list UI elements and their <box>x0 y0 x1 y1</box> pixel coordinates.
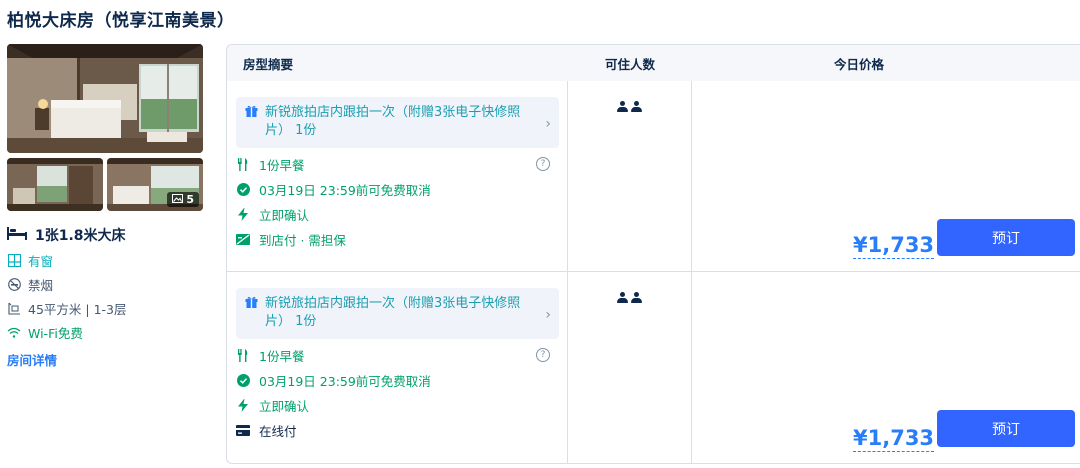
price-amount[interactable]: ¥1,733 <box>853 426 935 452</box>
cancellation-policy: 03月19日 23:59前可免费取消 <box>236 371 559 389</box>
window-icon <box>7 253 21 267</box>
bed-type: 1张1.8米大床 <box>35 228 126 244</box>
gift-icon <box>245 105 258 123</box>
two-guests-icon <box>617 101 642 271</box>
two-guests-icon <box>617 292 642 463</box>
lightning-icon <box>236 207 250 221</box>
price-cell: ¥1,733 预订 <box>692 81 1080 271</box>
feature-area: 45平方米 | 1-3层 <box>7 299 203 317</box>
payment-policy: 到店付 · 需担保 <box>236 230 559 248</box>
gift-package-button[interactable]: 新锐旅拍店内跟拍一次（附赠3张电子快修照 片） 1份 › <box>236 288 559 339</box>
chevron-right-icon: › <box>545 116 551 132</box>
cancellation-policy: 03月19日 23:59前可免费取消 <box>236 180 559 198</box>
occupancy-cell <box>568 272 692 463</box>
gift-package-button[interactable]: 新锐旅拍店内跟拍一次（附赠3张电子快修照 片） 1份 › <box>236 97 559 148</box>
header-occupancy: 可住人数 <box>604 56 655 72</box>
chevron-right-icon: › <box>545 307 551 323</box>
book-button[interactable]: 预订 <box>937 219 1075 256</box>
area-icon <box>7 301 21 315</box>
rate-plan-table: 房型摘要 可住人数 今日价格 新锐旅拍店内跟拍一次（附赠3张电子快修照 片） 1… <box>226 44 1080 464</box>
pay-at-hotel-icon <box>236 232 250 246</box>
bed-info: 1张1.8米大床 <box>7 225 203 245</box>
breakfast-policy: 1份早餐 ? <box>236 155 559 173</box>
room-thumbnail-1[interactable] <box>7 158 103 211</box>
instant-confirm: 立即确认 <box>236 396 559 414</box>
price-amount[interactable]: ¥1,733 <box>853 233 935 259</box>
room-details-link[interactable]: 房间详情 <box>7 350 57 369</box>
no-smoking-icon <box>7 277 21 291</box>
room-main-photo[interactable] <box>7 44 203 153</box>
feature-window: 有窗 <box>7 251 203 269</box>
person-icon <box>617 101 628 113</box>
lightning-icon <box>236 398 250 412</box>
header-summary: 房型摘要 <box>243 56 294 72</box>
gift-text-line1: 新锐旅拍店内跟拍一次（附赠3张电子快修照 <box>265 105 521 120</box>
rate-summary-cell: 新锐旅拍店内跟拍一次（附赠3张电子快修照 片） 1份 › 1份早餐 ? 03月1… <box>227 81 568 271</box>
bed-icon <box>7 226 27 244</box>
fork-knife-icon <box>236 348 250 362</box>
price-cell: ¥1,733 预订 <box>692 272 1080 463</box>
table-header: 房型摘要 可住人数 今日价格 <box>227 45 1080 81</box>
help-icon[interactable]: ? <box>536 348 550 362</box>
fork-knife-icon <box>236 157 250 171</box>
gift-icon <box>245 296 258 314</box>
person-icon <box>631 292 642 304</box>
gift-text-line2: 片） 1份 <box>265 314 317 329</box>
payment-policy: 在线付 <box>236 421 559 439</box>
breakfast-policy: 1份早餐 ? <box>236 346 559 364</box>
rate-plan-row: 新锐旅拍店内跟拍一次（附赠3张电子快修照 片） 1份 › 1份早餐 ? 03月1… <box>227 272 1080 463</box>
person-icon <box>617 292 628 304</box>
feature-no-smoking: 禁烟 <box>7 275 203 293</box>
feature-wifi: Wi-Fi免费 <box>7 323 203 341</box>
book-button[interactable]: 预订 <box>937 410 1075 447</box>
gift-text-line2: 片） 1份 <box>265 123 317 138</box>
room-title: 柏悦大床房（悦享江南美景） <box>7 11 235 31</box>
check-circle-icon <box>236 182 250 196</box>
room-thumbnail-2[interactable]: 5 <box>107 158 203 211</box>
check-circle-icon <box>236 373 250 387</box>
rate-summary-cell: 新锐旅拍店内跟拍一次（附赠3张电子快修照 片） 1份 › 1份早餐 ? 03月1… <box>227 272 568 463</box>
instant-confirm: 立即确认 <box>236 205 559 223</box>
credit-card-icon <box>236 423 250 437</box>
help-icon[interactable]: ? <box>536 157 550 171</box>
image-icon <box>172 193 184 206</box>
occupancy-cell <box>568 81 692 271</box>
header-price: 今日价格 <box>833 56 884 72</box>
wifi-icon <box>7 325 21 339</box>
person-icon <box>631 101 642 113</box>
gift-text-line1: 新锐旅拍店内跟拍一次（附赠3张电子快修照 <box>265 296 521 311</box>
rate-plan-row: 新锐旅拍店内跟拍一次（附赠3张电子快修照 片） 1份 › 1份早餐 ? 03月1… <box>227 81 1080 272</box>
room-info-panel: 5 1张1.8米大床 有窗 禁烟 45平方米 | 1-3层 Wi-Fi免费 房间… <box>7 44 203 369</box>
photo-count-badge[interactable]: 5 <box>167 192 199 207</box>
